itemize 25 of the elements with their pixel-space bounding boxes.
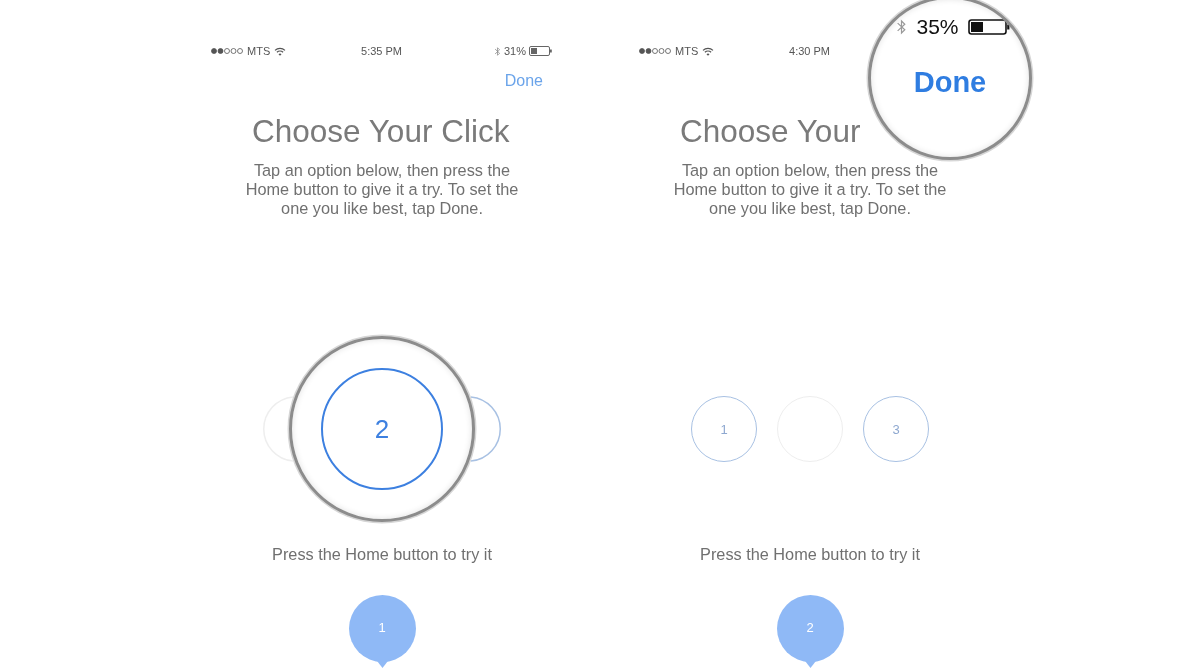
screen-title: Choose Your <box>679 112 862 150</box>
carrier-name: MTS <box>675 44 699 58</box>
done-button[interactable]: Done <box>504 71 543 91</box>
hint-text: Press the Home button to try it <box>699 544 921 564</box>
status-time: 5:35 PM <box>361 44 402 58</box>
instruction-text: Tap an option below, then press the Home button to give it a try. To set the one you like best, tap Done. <box>244 161 520 218</box>
carrier-name: MTS <box>247 44 271 58</box>
hint-text: Press the Home button to try it <box>271 544 493 564</box>
bluetooth-icon <box>896 18 908 36</box>
battery-icon <box>529 46 552 56</box>
option-circle[interactable]: 3 <box>863 396 929 462</box>
wifi-icon <box>702 46 715 56</box>
battery-icon <box>967 19 1010 35</box>
battery-percentage: 31% <box>503 44 526 58</box>
signal-dots-icon <box>211 48 243 54</box>
signal-dots-icon <box>639 48 671 54</box>
wifi-icon <box>274 46 287 56</box>
status-time: 4:30 PM <box>789 44 830 58</box>
option-circle[interactable]: 1 <box>691 396 757 462</box>
battery-percentage: 35% <box>916 16 959 38</box>
done-button[interactable]: Done <box>913 65 987 99</box>
screen-title: Choose Your Click <box>251 112 511 150</box>
instruction-text: Tap an option below, then press the Home button to give it a try. To set the one you like best, tap Done. <box>672 161 948 218</box>
option-circle[interactable]: 2 <box>321 368 443 490</box>
bluetooth-icon <box>493 45 501 57</box>
